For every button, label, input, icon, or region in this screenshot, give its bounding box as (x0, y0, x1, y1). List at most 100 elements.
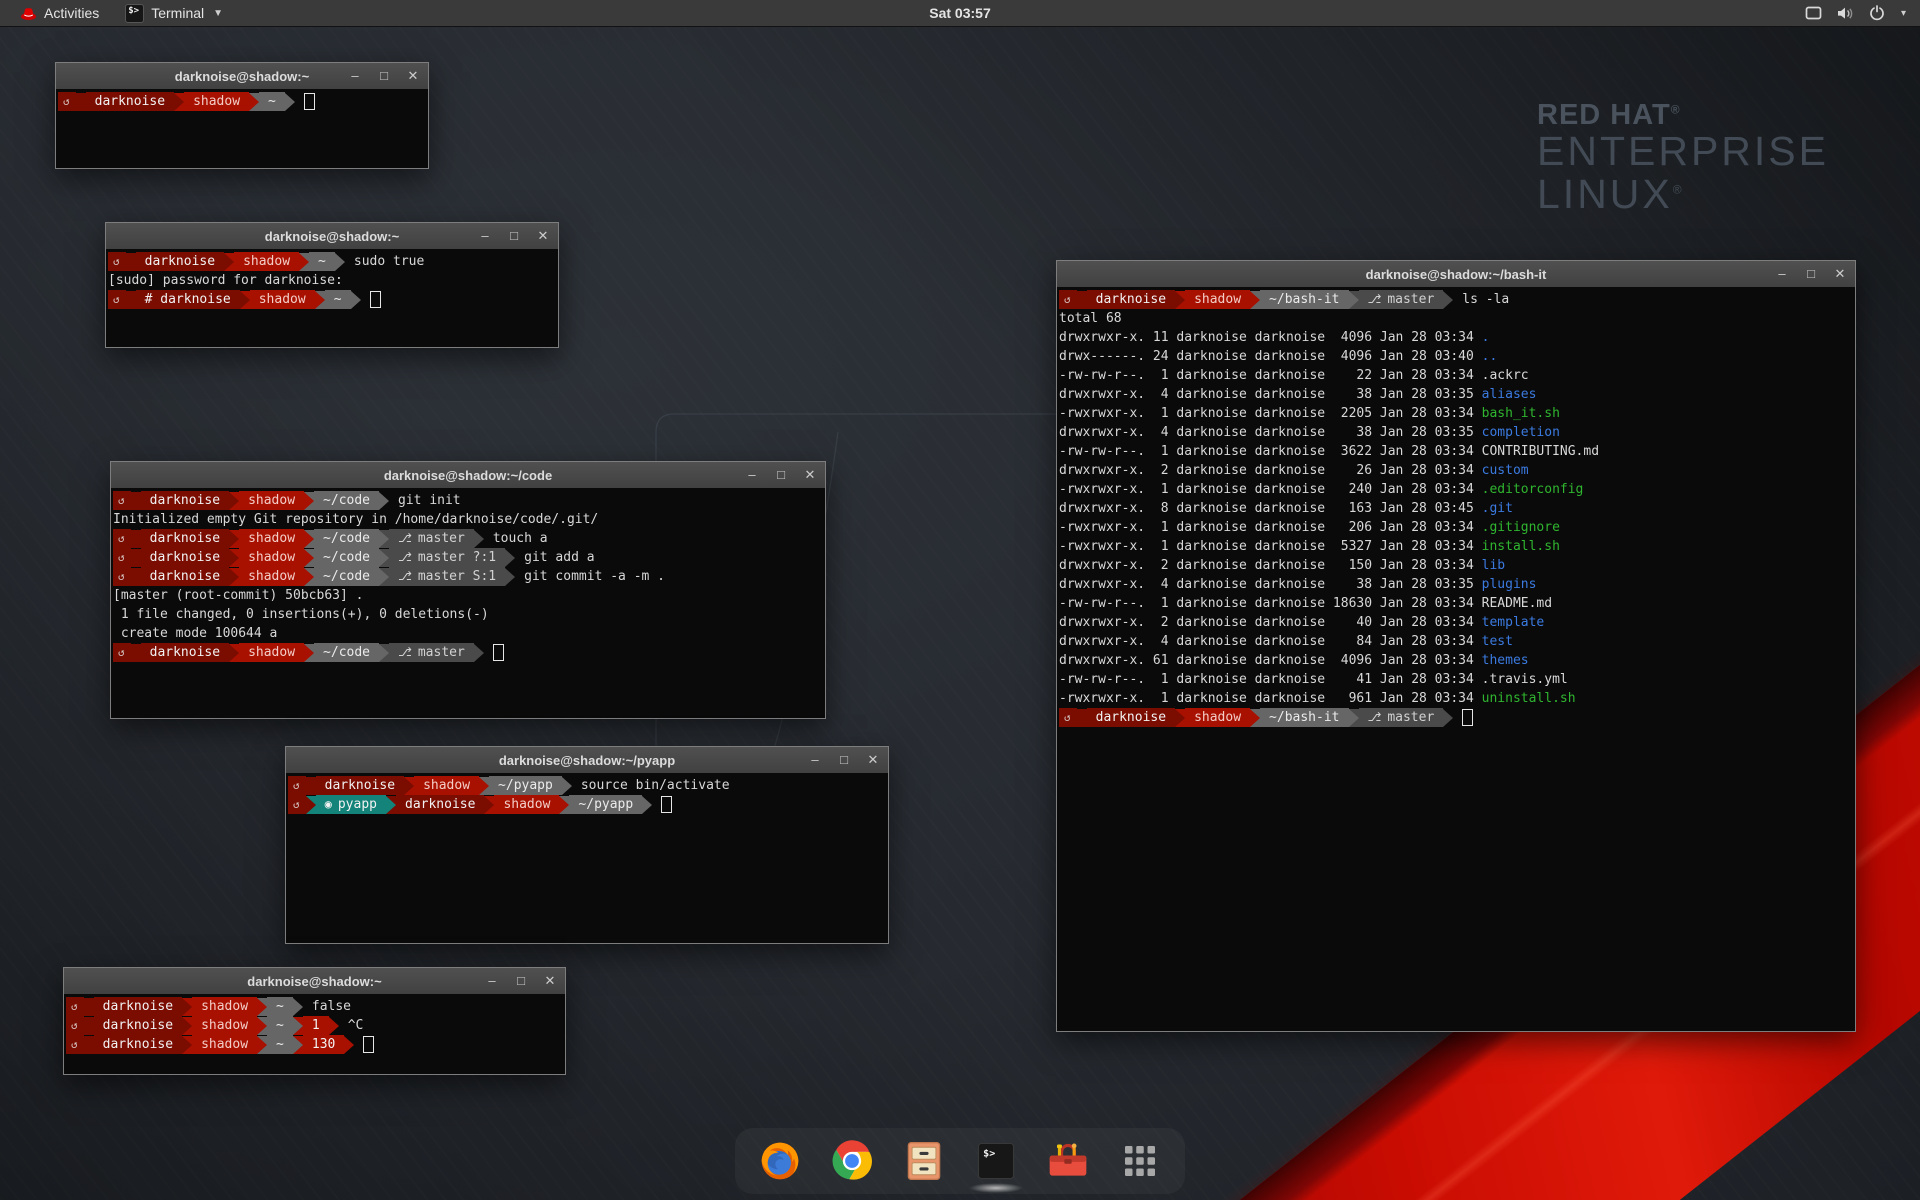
minimize-button[interactable]: – (808, 747, 822, 773)
git-branch-icon: ⎇ (398, 548, 412, 567)
activities-button[interactable]: Activities (10, 0, 109, 26)
ls-entry-name: bash_it.sh (1482, 404, 1560, 423)
powerline-arrow-icon (182, 998, 192, 1016)
ls-entry-meta: -rw-rw-r--. 1 darknoise darknoise 3622 J… (1059, 442, 1482, 461)
chevron-down-icon: ▼ (213, 8, 223, 19)
prompt-line: ↺darknoiseshadow~/codegit init (113, 491, 823, 510)
running-indicator (969, 1183, 1023, 1193)
minimize-button[interactable]: – (348, 63, 362, 89)
powerline-arrow-icon (344, 1036, 354, 1054)
watermark-brand: RED HAT (1537, 99, 1671, 131)
prompt-segment-path: ~/bash-it (1260, 708, 1348, 727)
close-button[interactable]: ✕ (803, 462, 817, 488)
prompt-line: ↺darknoiseshadow~/bash-it⎇master (1059, 708, 1853, 727)
powerline-arrow-icon (1443, 291, 1453, 309)
prompt-segment-host: shadow (192, 1016, 257, 1035)
volume-icon (1836, 6, 1855, 21)
window-titlebar[interactable]: darknoise@shadow:~/pyapp – □ ✕ (286, 747, 888, 774)
maximize-button[interactable]: □ (514, 968, 528, 994)
powerline-arrow-icon (474, 644, 484, 662)
rhel-watermark: RED HAT® ENTERPRISE LINUX® (1537, 100, 1829, 215)
powerline-arrow-icon (224, 253, 234, 271)
prompt-segment-user: darknoise (94, 1035, 182, 1054)
close-button[interactable]: ✕ (1833, 261, 1847, 287)
ls-entry-name: uninstall.sh (1482, 689, 1576, 708)
window-title: darknoise@shadow:~/code (111, 468, 825, 483)
prompt-line: ↺darknoiseshadow~/code⎇master ?:1git add… (113, 548, 823, 567)
firefox-icon[interactable] (757, 1138, 803, 1184)
git-branch-icon: ⎇ (1368, 708, 1382, 727)
command-text: touch a (493, 529, 548, 548)
powerline-arrow-icon (131, 549, 141, 567)
prompt-segment-user: darknoise (94, 997, 182, 1016)
window-titlebar[interactable]: darknoise@shadow:~/bash-it – □ ✕ (1057, 261, 1855, 288)
toolbox-icon[interactable] (1045, 1138, 1091, 1184)
powerline-arrow-icon (257, 1036, 267, 1054)
minimize-button[interactable]: – (745, 462, 759, 488)
chrome-icon[interactable] (829, 1138, 875, 1184)
powerline-arrow-icon (293, 998, 303, 1016)
output-text: 1 file changed, 0 insertions(+), 0 delet… (113, 605, 489, 624)
window-titlebar[interactable]: darknoise@shadow:~ – □ ✕ (56, 63, 428, 90)
prompt-segment-path: ~/pyapp (569, 795, 642, 814)
command-text: ^C (348, 1016, 364, 1035)
prompt-segment-host: shadow (192, 997, 257, 1016)
terminal-content[interactable]: ↺darknoiseshadow~sudo true[sudo] passwor… (106, 249, 558, 347)
terminal-icon[interactable]: $> (973, 1138, 1019, 1184)
output-line: drwx------. 24 darknoise darknoise 4096 … (1059, 347, 1853, 366)
command-text: git add a (524, 548, 594, 567)
maximize-button[interactable]: □ (377, 63, 391, 89)
prompt-shell-icon: ↺ (113, 643, 131, 662)
output-line: drwxrwxr-x. 11 darknoise darknoise 4096 … (1059, 328, 1853, 347)
app-menu-terminal[interactable]: $> Terminal ▼ (115, 0, 233, 26)
clock[interactable]: Sat 03:57 (929, 5, 990, 21)
prompt-segment-host: shadow (239, 491, 304, 510)
prompt-shell-icon: ↺ (66, 1016, 84, 1035)
minimize-button[interactable]: – (1775, 261, 1789, 287)
watermark-line3: LINUX (1537, 171, 1673, 217)
app-grid-icon[interactable] (1117, 1138, 1163, 1184)
powerline-arrow-icon (229, 530, 239, 548)
prompt-segment-host: shadow (234, 252, 299, 271)
maximize-button[interactable]: □ (774, 462, 788, 488)
powerline-arrow-icon (642, 796, 652, 814)
maximize-button[interactable]: □ (507, 223, 521, 249)
maximize-button[interactable]: □ (1804, 261, 1818, 287)
close-button[interactable]: ✕ (543, 968, 557, 994)
window-titlebar[interactable]: darknoise@shadow:~ – □ ✕ (64, 968, 565, 995)
terminal-content[interactable]: ↺darknoiseshadow~ (56, 89, 428, 168)
close-button[interactable]: ✕ (406, 63, 420, 89)
chevron-down-icon: ▾ (1901, 8, 1906, 19)
powerline-arrow-icon (1077, 709, 1087, 727)
window-titlebar[interactable]: darknoise@shadow:~ – □ ✕ (106, 223, 558, 250)
dock: $> (735, 1128, 1185, 1194)
terminal-content[interactable]: ↺darknoiseshadow~/bash-it⎇masterls -lato… (1057, 287, 1855, 1031)
terminal-cursor (661, 796, 672, 813)
powerline-arrow-icon (335, 253, 345, 271)
ls-entry-name: plugins (1482, 575, 1537, 594)
ls-entry-meta: drwxrwxr-x. 4 darknoise darknoise 38 Jan… (1059, 385, 1482, 404)
ls-entry-meta: drwxrwxr-x. 2 darknoise darknoise 26 Jan… (1059, 461, 1482, 480)
close-button[interactable]: ✕ (536, 223, 550, 249)
terminal-app-icon: $> (125, 4, 144, 23)
terminal-content[interactable]: ↺darknoiseshadow~/codegit initInitialize… (111, 488, 825, 718)
minimize-button[interactable]: – (478, 223, 492, 249)
ls-entry-meta: -rw-rw-r--. 1 darknoise darknoise 22 Jan… (1059, 366, 1482, 385)
minimize-button[interactable]: – (485, 968, 499, 994)
system-status-area[interactable]: ▾ (1799, 0, 1912, 26)
powerline-arrow-icon (304, 549, 314, 567)
files-icon[interactable] (901, 1138, 947, 1184)
maximize-button[interactable]: □ (837, 747, 851, 773)
terminal-content[interactable]: ↺darknoiseshadow~/pyappsource bin/activa… (286, 773, 888, 943)
terminal-content[interactable]: ↺darknoiseshadow~false↺darknoiseshadow~1… (64, 994, 565, 1074)
close-button[interactable]: ✕ (866, 747, 880, 773)
powerline-arrow-icon (404, 777, 414, 795)
prompt-segment-user: darknoise (94, 1016, 182, 1035)
output-line: drwxrwxr-x. 61 darknoise darknoise 4096 … (1059, 651, 1853, 670)
powerline-arrow-icon (131, 644, 141, 662)
powerline-arrow-icon (131, 530, 141, 548)
prompt-segment-host: shadow (494, 795, 559, 814)
prompt-line: ↺darknoiseshadow~/code⎇mastertouch a (113, 529, 823, 548)
window-titlebar[interactable]: darknoise@shadow:~/code – □ ✕ (111, 462, 825, 489)
powerline-arrow-icon (1349, 709, 1359, 727)
